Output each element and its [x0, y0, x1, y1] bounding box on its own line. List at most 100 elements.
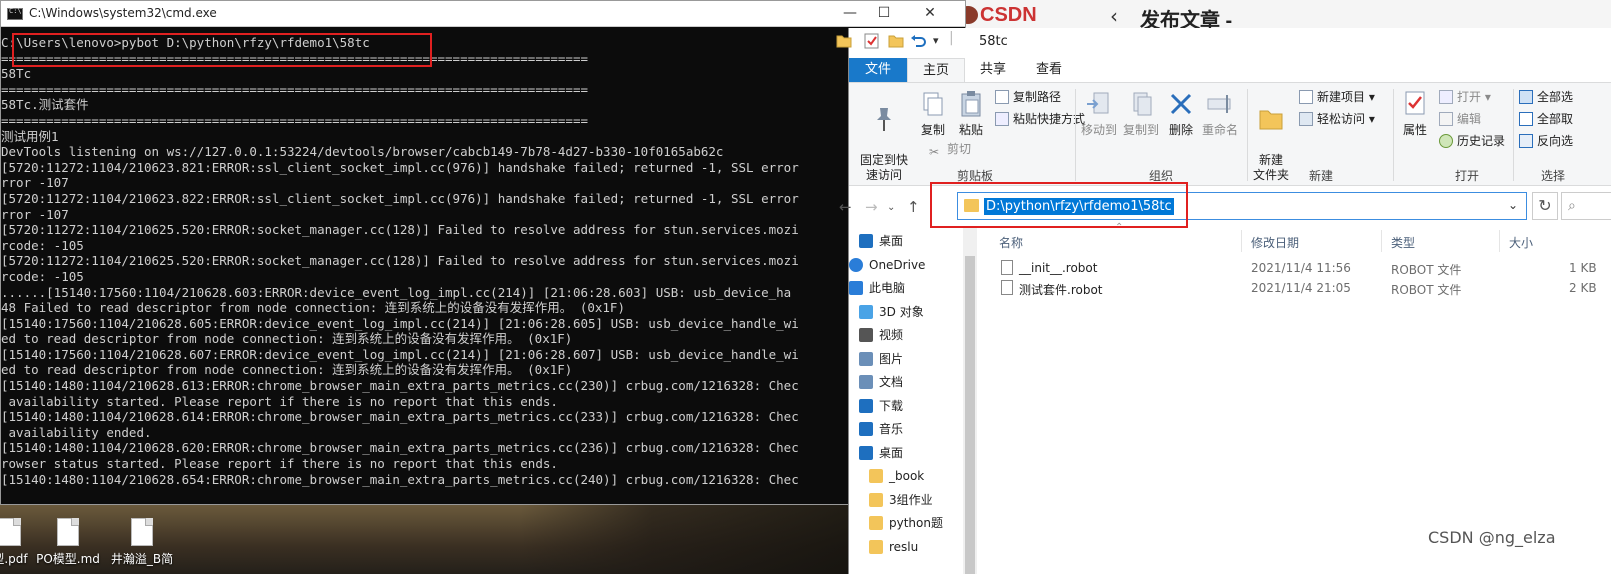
- column-header-type[interactable]: 类型: [1391, 234, 1415, 251]
- column-header-name[interactable]: 名称: [999, 234, 1023, 251]
- cmd-output-line: ed to read descriptor from node connecti…: [1, 331, 573, 347]
- folder-icon: [869, 492, 883, 507]
- cmd-output-line: ......[15140:17560:1104/210628.603:ERROR…: [1, 284, 792, 300]
- cmd-app-icon: [7, 7, 23, 20]
- nav-item[interactable]: OneDrive: [849, 254, 925, 276]
- new-item-label: 新建项目 ▾: [1317, 90, 1375, 104]
- tab-share[interactable]: 共享: [965, 58, 1021, 82]
- nav-item[interactable]: 3组作业: [869, 489, 933, 511]
- paste-shortcut-button[interactable]: 粘贴快捷方式: [995, 111, 1085, 127]
- properties-check-icon[interactable]: [863, 32, 881, 50]
- column-separator[interactable]: [1381, 230, 1382, 252]
- history-icon: [1439, 134, 1453, 148]
- undo-icon[interactable]: [909, 32, 927, 50]
- scissors-icon: ✂: [929, 145, 940, 159]
- cmd-console-output[interactable]: C:\Users\lenovo>pybot D:\python\rfzy\rfd…: [1, 35, 851, 505]
- nav-scrollbar[interactable]: [963, 226, 977, 574]
- nav-item[interactable]: 3D 对象: [859, 301, 924, 323]
- maximize-button[interactable]: ☐: [861, 1, 907, 27]
- delete-button[interactable]: 删除: [1163, 89, 1199, 138]
- nav-item[interactable]: 下载: [859, 395, 903, 417]
- properties-button[interactable]: 属性: [1397, 89, 1433, 138]
- nav-item[interactable]: 此电脑: [849, 277, 905, 299]
- explorer-window-title: 58tc: [979, 34, 1008, 49]
- tab-view[interactable]: 查看: [1021, 58, 1077, 82]
- invert-selection-button[interactable]: 反向选: [1519, 133, 1573, 149]
- move-to-button[interactable]: 移动到: [1079, 89, 1119, 138]
- explorer-titlebar[interactable]: ▾ | 58tc: [836, 28, 1611, 58]
- open-button[interactable]: 打开 ▾: [1439, 89, 1491, 105]
- file-row[interactable]: 测试套件.robot 2021/11/4 21:05 ROBOT 文件 2 KB: [979, 278, 1611, 298]
- nav-item[interactable]: 视频: [859, 324, 903, 346]
- history-button[interactable]: 历史记录: [1439, 133, 1505, 149]
- desktop-file-po-model[interactable]: PO模型.md: [28, 518, 108, 567]
- video-icon: [859, 328, 873, 342]
- edit-button[interactable]: 编辑: [1439, 111, 1481, 127]
- nav-item[interactable]: 桌面: [859, 442, 903, 464]
- file-row[interactable]: __init__.robot 2021/11/4 11:56 ROBOT 文件 1 K…: [979, 258, 1611, 278]
- nav-scrollbar-thumb[interactable]: [965, 256, 975, 574]
- file-list[interactable]: ⌃ 名称 修改日期 类型 大小 __init__.robot 2021/11/4 …: [979, 222, 1611, 574]
- nav-item[interactable]: 桌面: [859, 230, 903, 252]
- cmd-output-line: [15140:1480:1104/210628.614:ERROR:chrome…: [1, 409, 799, 425]
- close-button[interactable]: ✕: [907, 1, 953, 27]
- csdn-logo: CSDN: [980, 4, 1037, 26]
- column-header-modified[interactable]: 修改日期: [1251, 234, 1299, 251]
- column-header-size[interactable]: 大小: [1509, 234, 1533, 251]
- nav-item-label: 视频: [879, 328, 904, 342]
- nav-item[interactable]: 图片: [859, 348, 903, 370]
- cmd-output-line: [15140:17560:1104/210628.605:ERROR:devic…: [1, 315, 799, 331]
- cmd-output-line: [15140:17560:1104/210628.607:ERROR:devic…: [1, 346, 799, 362]
- paste-button[interactable]: 粘贴: [953, 89, 989, 138]
- file-explorer-window[interactable]: ▾ | 58tc 文件 主页 共享 查看 固定到快 速访问 复制 粘贴 复制路径…: [836, 28, 1611, 574]
- copy-path-button[interactable]: 复制路径: [995, 89, 1061, 105]
- cmd-output-line: [5720:11272:1104/210623.821:ERROR:ssl_cl…: [1, 159, 799, 175]
- tab-home[interactable]: 主页: [907, 58, 965, 82]
- back-chevron-icon[interactable]: ‹: [1110, 4, 1118, 28]
- column-separator[interactable]: [1499, 230, 1500, 252]
- paste-label: 粘贴: [958, 123, 983, 137]
- rename-button[interactable]: 重命名: [1199, 89, 1241, 138]
- command-highlight-box: [12, 33, 432, 67]
- new-folder-quick-icon[interactable]: [887, 32, 905, 50]
- back-arrow-icon[interactable]: ←: [839, 198, 852, 216]
- quick-access-dropdown-icon[interactable]: ▾: [933, 34, 939, 47]
- open-icon: [1439, 90, 1453, 104]
- forward-arrow-icon[interactable]: →: [865, 198, 878, 216]
- select-all-label: 全部选: [1537, 90, 1574, 104]
- music-icon: [859, 422, 873, 436]
- nav-item-label: 音乐: [879, 422, 904, 436]
- refresh-button[interactable]: ↻: [1532, 192, 1558, 220]
- nav-item[interactable]: 文档: [859, 371, 903, 393]
- new-folder-button[interactable]: 新建 文件夹: [1251, 89, 1291, 183]
- recent-locations-chevron-icon[interactable]: ⌄: [887, 202, 895, 213]
- csdn-watermark: CSDN @ng_elza: [1428, 528, 1556, 547]
- cmd-window[interactable]: C:\Windows\system32\cmd.exe — ☐ ✕ C:\Use…: [0, 0, 966, 505]
- pin-icon: [877, 108, 891, 131]
- cmd-titlebar[interactable]: C:\Windows\system32\cmd.exe — ☐ ✕: [1, 1, 965, 27]
- address-dropdown-icon[interactable]: ⌄: [1508, 198, 1518, 212]
- new-item-button[interactable]: 新建项目 ▾: [1299, 89, 1375, 105]
- cmd-output-line: rror -107: [1, 206, 69, 222]
- cmd-output-line: [5720:11272:1104/210625.520:ERROR:socket…: [1, 253, 799, 269]
- select-all-button[interactable]: 全部选: [1519, 89, 1573, 105]
- easy-access-label: 轻松访问 ▾: [1317, 112, 1375, 126]
- document-file-icon: [131, 518, 153, 546]
- desktop-file-resume[interactable]: 井瀚溢_B简: [102, 518, 182, 567]
- pin-to-quick-access-button[interactable]: 固定到快 速访问: [855, 89, 913, 183]
- nav-item[interactable]: 音乐: [859, 418, 903, 440]
- nav-item[interactable]: python题: [869, 512, 943, 534]
- navigation-pane[interactable]: 桌面 OneDrive 此电脑 3D 对象 视频 图片 文档 下载 音乐 桌面 _book 3组作业 p…: [849, 226, 977, 574]
- up-arrow-icon[interactable]: ↑: [907, 198, 920, 216]
- copy-button[interactable]: 复制: [915, 89, 951, 138]
- column-separator[interactable]: [1241, 230, 1242, 252]
- cut-button[interactable]: ✂ 剪切: [929, 141, 971, 159]
- copy-to-button[interactable]: 复制到: [1121, 89, 1161, 138]
- easy-access-button[interactable]: 轻松访问 ▾: [1299, 111, 1375, 127]
- nav-item[interactable]: reslu: [869, 536, 918, 558]
- copy-path-icon: [995, 90, 1009, 104]
- nav-item[interactable]: _book: [869, 465, 924, 487]
- tab-file[interactable]: 文件: [849, 58, 907, 82]
- search-box[interactable]: ⌕: [1561, 192, 1611, 220]
- select-none-button[interactable]: 全部取: [1519, 111, 1573, 127]
